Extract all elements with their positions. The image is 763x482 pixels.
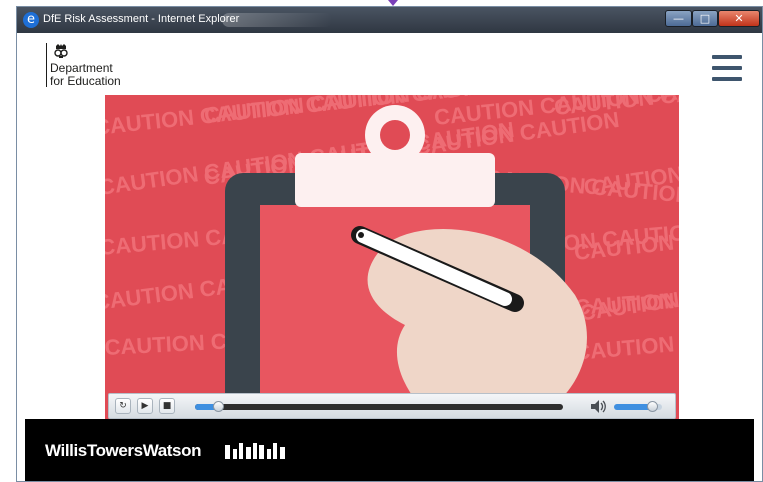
title-glow xyxy=(222,13,332,27)
wtw-bars-logo-icon xyxy=(225,443,285,459)
stop-button[interactable]: ■ xyxy=(159,398,175,414)
page-content: Department for Education CAUTION CAUTION… xyxy=(25,33,754,481)
close-icon: ✕ xyxy=(734,12,744,25)
stop-icon: ■ xyxy=(162,401,172,411)
footer-brand-text: WillisTowersWatson xyxy=(45,441,202,460)
replay-icon: ↻ xyxy=(119,401,127,411)
hamburger-icon xyxy=(712,55,742,59)
hamburger-line xyxy=(712,66,742,70)
royal-crest-icon xyxy=(54,44,68,58)
hamburger-line xyxy=(712,77,742,81)
volume-slider[interactable] xyxy=(614,401,662,412)
maximize-icon: □ xyxy=(699,12,711,25)
seek-handle[interactable] xyxy=(213,401,225,412)
window-title: DfE Risk Assessment - Internet Explorer xyxy=(43,13,240,25)
volume-icon[interactable] xyxy=(590,399,606,414)
title-bar[interactable]: e DfE Risk Assessment - Internet Explore… xyxy=(17,7,762,33)
menu-button[interactable] xyxy=(712,55,742,81)
minimize-button[interactable]: — xyxy=(665,10,692,27)
video-player[interactable]: CAUTION CAUTION CAUTION CAUTION CAUTION … xyxy=(105,95,679,421)
close-button[interactable]: ✕ xyxy=(718,10,760,27)
minimize-icon: — xyxy=(673,12,684,25)
volume-handle[interactable] xyxy=(647,401,659,412)
footer-banner: WillisTowersWatson xyxy=(25,419,754,481)
seek-bar[interactable] xyxy=(195,401,563,412)
play-icon: ▶ xyxy=(141,401,149,411)
video-frame: CAUTION CAUTION CAUTION CAUTION CAUTION … xyxy=(105,95,679,421)
play-button[interactable]: ▶ xyxy=(137,398,153,414)
logo-text-for-education: for Education xyxy=(50,74,121,88)
logo-text-department: Department xyxy=(50,61,113,75)
replay-button[interactable]: ↻ xyxy=(115,398,131,414)
ie-icon: e xyxy=(23,12,39,28)
logo-divider xyxy=(46,43,47,87)
maximize-button[interactable]: □ xyxy=(692,10,718,27)
video-controls: ↻ ▶ ■ xyxy=(108,393,676,419)
browser-window: e DfE Risk Assessment - Internet Explore… xyxy=(16,6,763,482)
